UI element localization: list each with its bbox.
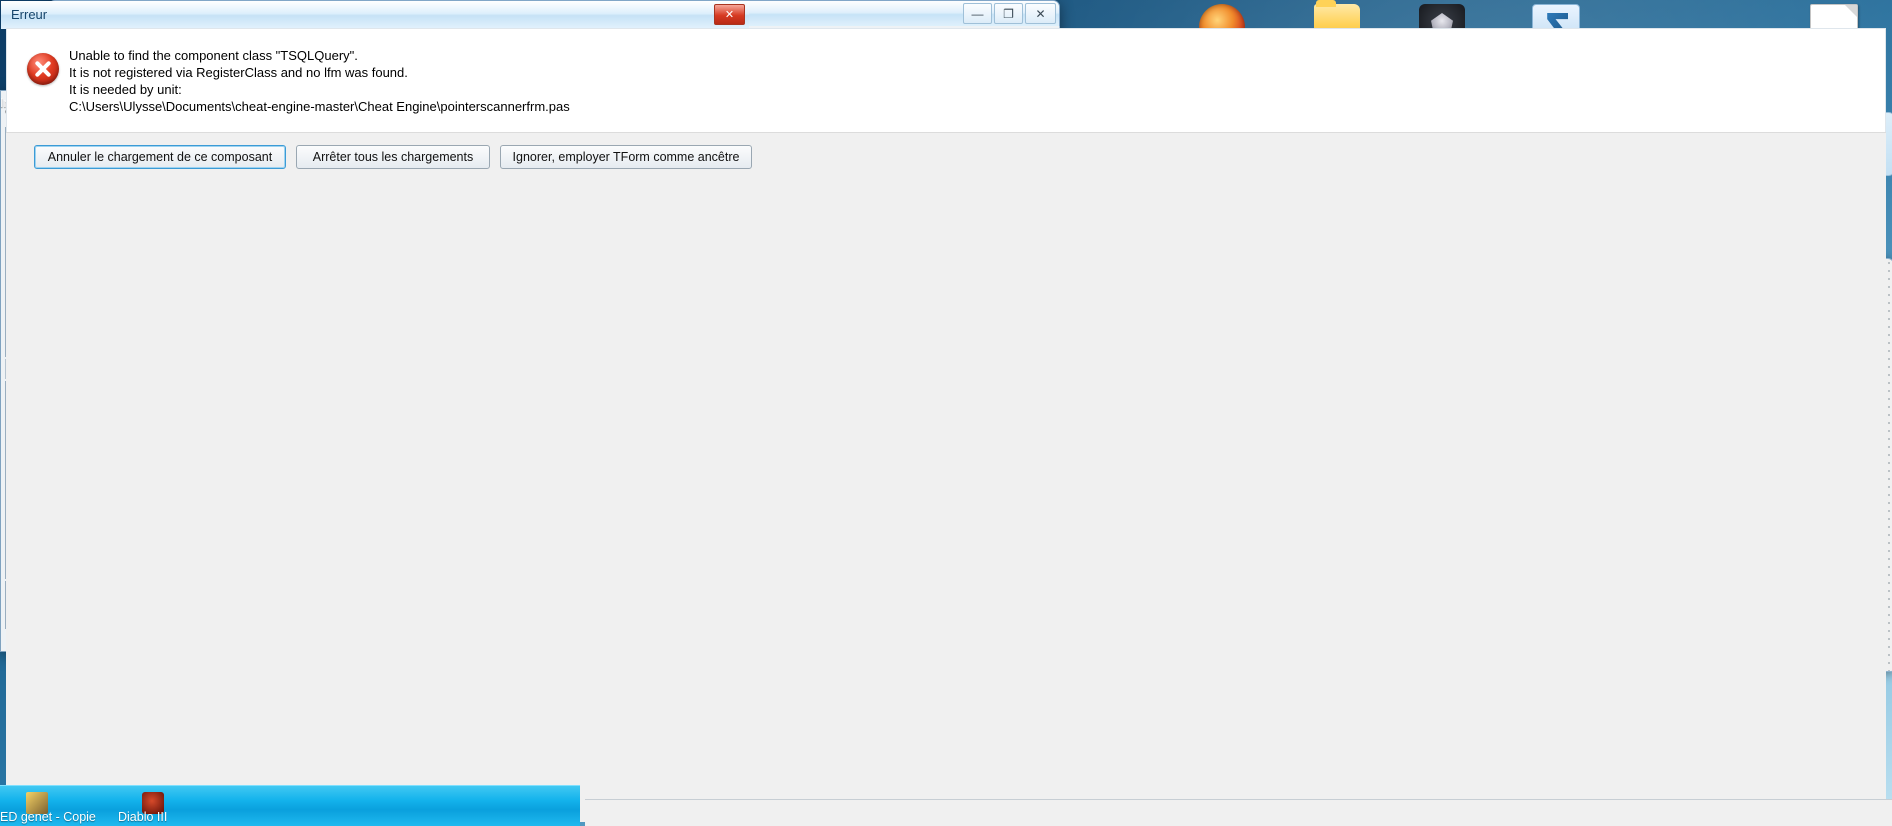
bottom-status-band xyxy=(585,799,1892,826)
error-dialog[interactable]: Erreur ✕ Unable to find the component cl… xyxy=(0,0,1886,822)
error-dialog-titlebar[interactable]: Erreur ✕ xyxy=(1,1,749,29)
stop-all-loading-button[interactable]: Arrêter tous les chargements xyxy=(296,145,490,169)
cancel-component-load-button[interactable]: Annuler le chargement de ce composant xyxy=(34,145,286,169)
maximize-button[interactable]: ❐ xyxy=(994,3,1023,24)
error-line-3: It is needed by unit: xyxy=(69,82,182,97)
close-button[interactable]: ✕ xyxy=(714,4,745,25)
ignore-use-tform-button[interactable]: Ignorer, employer TForm comme ancêtre xyxy=(500,145,752,169)
error-icon xyxy=(27,53,59,85)
error-line-4: C:\Users\Ulysse\Documents\cheat-engine-m… xyxy=(69,99,570,114)
error-line-2: It is not registered via RegisterClass a… xyxy=(69,65,408,80)
taskbar-item-diablo[interactable]: Diablo III xyxy=(118,810,167,824)
taskbar[interactable]: ED genet - Copie Diablo III xyxy=(0,785,580,826)
close-button[interactable]: ✕ xyxy=(1025,3,1056,24)
error-dialog-title: Erreur xyxy=(11,7,48,22)
error-line-1: Unable to find the component class "TSQL… xyxy=(69,48,358,63)
error-dialog-footer: Annuler le chargement de ce composant Ar… xyxy=(6,132,1886,822)
error-dialog-body: Unable to find the component class "TSQL… xyxy=(6,28,1886,133)
error-message: Unable to find the component class "TSQL… xyxy=(69,47,570,115)
taskbar-item-ed-genet[interactable]: ED genet - Copie xyxy=(0,810,96,824)
minimize-button[interactable]: — xyxy=(963,3,992,24)
